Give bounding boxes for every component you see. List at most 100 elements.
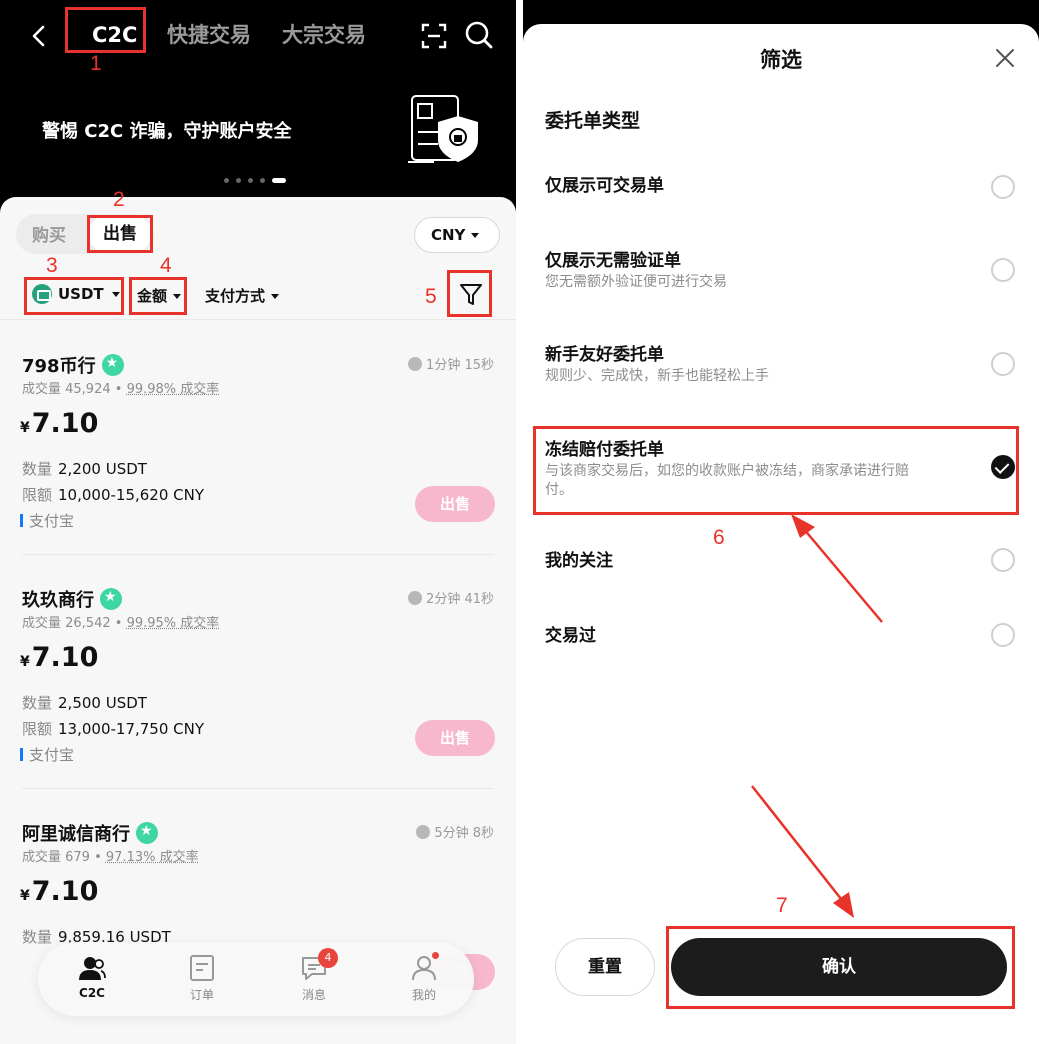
- annotation-number: 7: [776, 894, 788, 917]
- qty-label: 数量: [22, 460, 53, 478]
- payment-method: 支付宝: [20, 510, 74, 531]
- filter-funnel-icon[interactable]: [457, 279, 485, 309]
- unread-badge: 4: [318, 948, 338, 968]
- payment-select[interactable]: 支付方式: [205, 285, 280, 306]
- notification-dot: [432, 952, 439, 959]
- option-label: 仅展示无需验证单: [545, 251, 681, 271]
- reset-button[interactable]: 重置: [555, 938, 655, 996]
- completion-rate: 97.13% 成交率: [105, 850, 199, 865]
- page-dot: [260, 178, 265, 183]
- option-label: 冻结赔付委托单: [545, 440, 664, 460]
- clock-icon: [408, 590, 423, 605]
- yen-symbol: ¥: [20, 888, 30, 904]
- annotation-number: 1: [90, 52, 102, 75]
- qty-value: 2,200 USDT: [58, 460, 147, 478]
- pay-time: 2分钟 41秒: [408, 588, 494, 607]
- yen-symbol: ¥: [20, 420, 30, 436]
- radio-button[interactable]: [991, 623, 1015, 647]
- clock-icon: [416, 824, 431, 839]
- payment-label: 支付方式: [205, 287, 266, 305]
- bottom-nav: C2C 订单 4 消息 我的: [38, 942, 474, 1016]
- buy-tab[interactable]: 购买: [32, 221, 66, 246]
- back-arrow-icon[interactable]: [26, 22, 52, 50]
- section-title: 委托单类型: [545, 110, 641, 132]
- pay-time-text: 2分钟 41秒: [426, 592, 494, 607]
- confirm-button[interactable]: 确认: [671, 938, 1007, 996]
- promo-banner[interactable]: 警惕 C2C 诈骗，守护账户安全: [0, 72, 516, 196]
- merchant-name[interactable]: 798币行: [22, 352, 124, 378]
- radio-button[interactable]: [991, 548, 1015, 572]
- security-shield-icon: [408, 95, 478, 163]
- option-label: 新手友好委托单: [545, 345, 664, 365]
- annotation-number: 6: [713, 526, 725, 549]
- sell-tab[interactable]: 出售: [88, 216, 152, 252]
- qty-value: 2,500 USDT: [58, 694, 147, 712]
- currency-value: CNY: [431, 226, 466, 244]
- close-icon[interactable]: [993, 46, 1017, 70]
- scan-icon[interactable]: [420, 22, 448, 50]
- option-label: 我的关注: [545, 551, 613, 571]
- sell-button[interactable]: 出售: [415, 720, 495, 756]
- banner-pagination: [224, 178, 286, 183]
- filter-row: USDT 金额 支付方式: [0, 275, 516, 319]
- tab-block-trade[interactable]: 大宗交易: [282, 18, 366, 52]
- annotation-number: 2: [113, 188, 125, 211]
- qty-label: 数量: [22, 928, 53, 946]
- merchant-stats: 成交量 45,924 • 99.98% 成交率: [22, 382, 220, 397]
- annotation-number: 4: [160, 254, 172, 277]
- nav-c2c[interactable]: C2C: [60, 954, 124, 1000]
- merchant-stats: 成交量 679 • 97.13% 成交率: [22, 850, 199, 865]
- pay-time-text: 1分钟 15秒: [426, 358, 494, 373]
- pay-time: 5分钟 8秒: [416, 822, 494, 841]
- completion-rate: 99.95% 成交率: [126, 616, 220, 631]
- tab-quick-trade[interactable]: 快捷交易: [167, 18, 251, 52]
- page-dot: [248, 178, 253, 183]
- pay-time: 1分钟 15秒: [408, 354, 494, 373]
- limit-label: 限额: [22, 486, 53, 504]
- page-dot: [224, 178, 229, 183]
- limit: 限额 13,000-17,750 CNY: [22, 718, 204, 739]
- alipay-marker: [20, 748, 23, 761]
- option-label: 交易过: [545, 626, 596, 646]
- verified-badge-icon: [101, 354, 124, 376]
- payment-method-text: 支付宝: [29, 512, 75, 530]
- merchant-name-text: 798币行: [22, 356, 96, 377]
- sell-button[interactable]: 出售: [415, 486, 495, 522]
- payment-method: 支付宝: [20, 744, 74, 765]
- completion-rate: 99.98% 成交率: [126, 382, 220, 397]
- ad-card[interactable]: 798币行 1分钟 15秒 成交量 45,924 • 99.98% 成交率 ¥7…: [0, 352, 516, 586]
- nav-messages[interactable]: 4 消息: [282, 948, 346, 1003]
- sheet-title: 筛选: [760, 48, 802, 72]
- nav-label: C2C: [79, 986, 105, 1000]
- price-value: 7.10: [31, 642, 99, 673]
- option-description: 您无需额外验证便可进行交易: [545, 274, 727, 290]
- radio-button[interactable]: [991, 175, 1015, 199]
- merchant-name[interactable]: 阿里诚信商行: [22, 820, 158, 846]
- search-icon[interactable]: [464, 20, 494, 50]
- divider: [22, 554, 494, 555]
- caret-down-icon: [471, 233, 480, 238]
- c2c-screen: C2C 快捷交易 大宗交易 警惕 C2C 诈骗，守护账户安全 购买 出售 CNY…: [0, 0, 516, 1044]
- radio-button[interactable]: [991, 352, 1015, 376]
- radio-button-checked[interactable]: [991, 455, 1015, 479]
- tab-c2c[interactable]: C2C: [92, 18, 137, 52]
- limit-value: 10,000-15,620 CNY: [58, 486, 205, 504]
- nav-orders[interactable]: 订单: [170, 954, 234, 1003]
- currency-select[interactable]: CNY: [414, 217, 500, 253]
- price: ¥7.10: [20, 642, 98, 673]
- filter-sheet: 筛选 委托单类型 仅展示可交易单 仅展示无需验证单 您无需额外验证便可进行交易 …: [523, 24, 1039, 1044]
- coin-select[interactable]: USDT: [32, 284, 120, 304]
- merchant-name[interactable]: 玖玖商行: [22, 586, 122, 612]
- amount-select[interactable]: 金额: [137, 285, 182, 306]
- qty-label: 数量: [22, 694, 53, 712]
- quantity: 数量 2,200 USDT: [22, 458, 147, 479]
- nav-profile[interactable]: 我的: [392, 952, 456, 1003]
- limit: 限额 10,000-15,620 CNY: [22, 484, 204, 505]
- ad-list-panel: 购买 出售 CNY USDT 金额 支付方式 798币行 1分钟 15秒: [0, 197, 516, 1044]
- ad-card[interactable]: 玖玖商行 2分钟 41秒 成交量 26,542 • 99.95% 成交率 ¥7.…: [0, 586, 516, 820]
- radio-button[interactable]: [991, 258, 1015, 282]
- page-dot: [236, 178, 241, 183]
- caret-down-icon: [173, 294, 182, 299]
- page-dot-active: [272, 178, 286, 183]
- merchant-name-text: 玖玖商行: [22, 590, 94, 611]
